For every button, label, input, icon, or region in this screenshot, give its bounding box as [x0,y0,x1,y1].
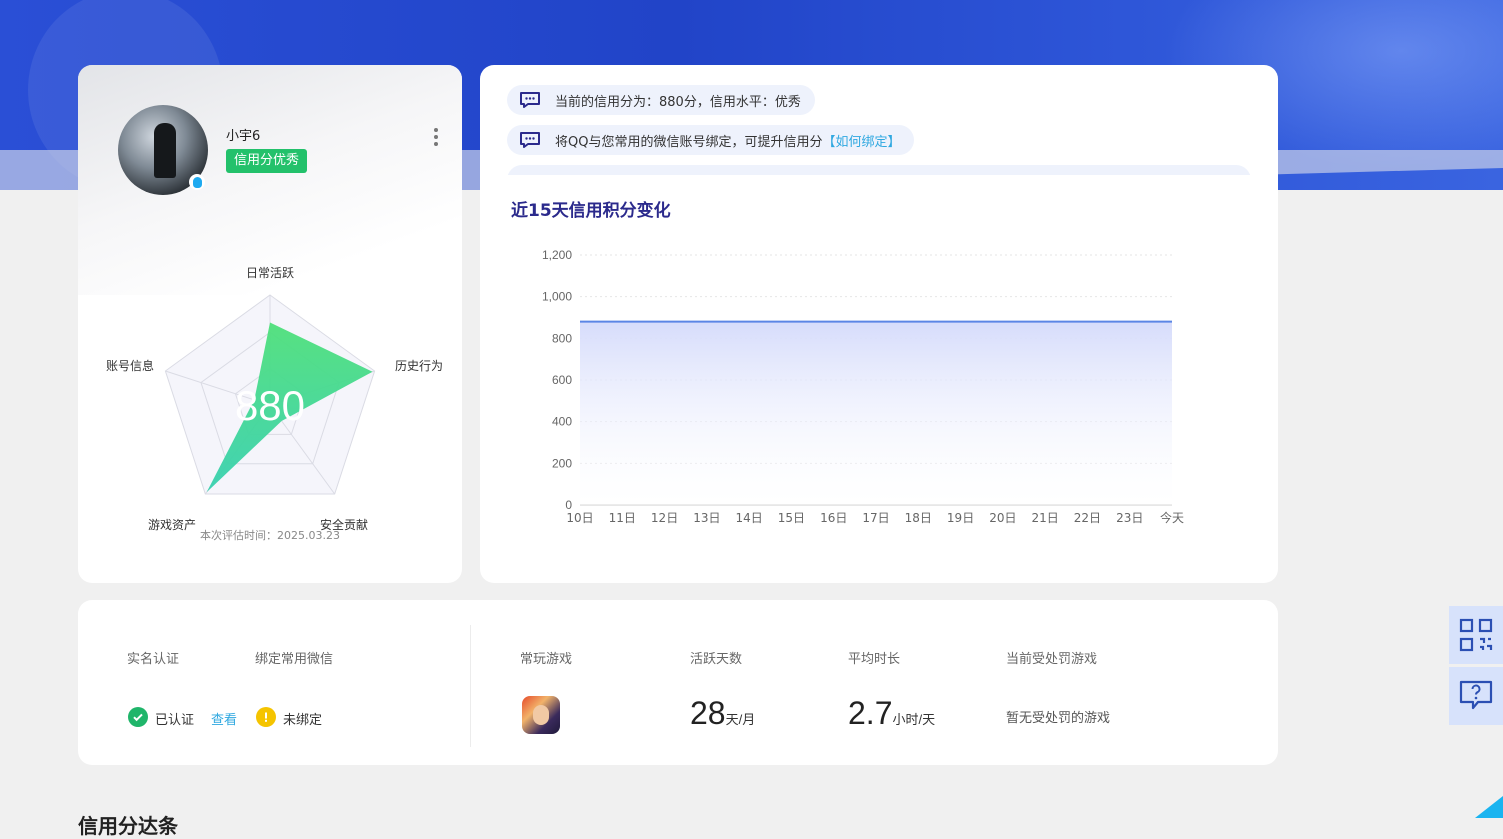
credit-score: 880 [235,382,305,429]
x-tick-label: 16日 [820,511,847,525]
frequent-games-label: 常玩游戏 [520,652,573,667]
y-tick-label: 200 [552,456,572,470]
qr-code-icon [1459,618,1493,652]
section-title: 信用分达条 [78,814,178,838]
game-icon[interactable] [522,696,560,734]
x-tick-label: 17日 [862,511,889,525]
x-tick-label: 13日 [693,511,720,525]
notice-text: 当前的信用分为：880分，信用水平：优秀 [555,94,801,110]
radar-axis-label: 历史行为 [395,359,443,373]
x-tick-label: 今天 [1160,510,1184,525]
x-tick-label: 22日 [1074,511,1101,525]
notice-score: 当前的信用分为：880分，信用水平：优秀 [507,85,815,115]
notice-bind-wechat: 将QQ与您常用的微信账号绑定，可提升信用分 【如何绑定】 [507,125,915,155]
x-tick-label: 11日 [609,511,636,525]
notice-text: 将QQ与您常用的微信账号绑定，可提升信用分 [555,134,823,150]
avg-duration-unit: 小时/天 [892,712,936,727]
avg-duration-label: 平均时长 [848,652,901,667]
chat-icon [520,92,540,108]
credit-chart-card: 当前的信用分为：880分，信用水平：优秀 将QQ与您常用的微信账号绑定，可提升信… [480,65,1278,583]
avg-duration: 2.7小时/天 [848,695,935,732]
x-tick-label: 12日 [651,511,678,525]
how-to-bind-link[interactable]: 【如何绑定】 [822,131,900,150]
evaluation-time: 本次评估时间：2025.03.23 [200,529,340,542]
chat-icon [520,132,540,148]
active-days-value: 28 [690,695,726,731]
warning-icon [256,707,276,727]
y-tick-label: 1,000 [542,290,572,304]
realname-label: 实名认证 [127,652,180,667]
x-tick-label: 20日 [989,511,1016,525]
account-info-card: 实名认证 绑定常用微信 已认证 查看 未绑定 常玩游戏 活跃天数 28天/月 平… [78,600,1278,765]
credit-level-badge: 信用分优秀 [226,149,308,173]
help-chat-icon [1459,680,1493,710]
info-divider [470,625,471,747]
active-days: 28天/月 [690,695,755,732]
help-button[interactable] [1449,667,1503,725]
realname-status: 已认证 [155,713,195,728]
more-options-icon[interactable] [428,125,444,149]
qq-icon [189,174,205,190]
notice-more [507,165,1251,175]
avg-duration-value: 2.7 [848,695,893,731]
radar-axis-label: 账号信息 [106,358,154,373]
chart-title: 近15天信用积分变化 [511,201,671,221]
penalty-status: 暂无受处罚的游戏 [1006,711,1111,726]
y-tick-label: 0 [565,498,572,512]
x-tick-label: 10日 [566,511,593,525]
profile-card: 小宇6 信用分优秀 880 日常活跃 历史行为 安全贡献 游戏资产 账号信息 本次评估时间… [78,65,462,583]
credit-trend-chart: 0 200 400 600 800 1,000 1,200 10日 11日 12日 13日 14日 15… [542,248,1184,525]
y-tick-label: 800 [552,331,572,345]
active-days-label: 活跃天数 [690,652,743,667]
penalty-label: 当前受处罚游戏 [1006,652,1098,667]
view-realname-link[interactable]: 查看 [211,709,237,728]
corner-decoration [1475,796,1503,818]
y-tick-label: 400 [552,415,572,429]
area-fill [580,321,1172,505]
y-tick-label: 600 [552,373,572,387]
check-icon [128,707,148,727]
radar-axis-label: 日常活跃 [246,266,294,280]
qr-code-button[interactable] [1449,606,1503,664]
x-tick-label: 21日 [1032,511,1059,525]
username: 小宇6 [226,129,261,144]
x-tick-label: 23日 [1116,511,1143,525]
y-tick-label: 1,200 [542,248,572,262]
wechat-status: 未绑定 [283,713,323,728]
x-tick-label: 18日 [905,511,932,525]
x-tick-label: 19日 [947,511,974,525]
x-tick-label: 15日 [778,511,805,525]
wechat-label: 绑定常用微信 [255,652,334,667]
x-tick-label: 14日 [736,511,763,525]
credit-radar-chart: 880日常活跃历史行为安全贡献游戏资产账号信息 [106,266,443,532]
active-days-unit: 天/月 [725,712,756,727]
